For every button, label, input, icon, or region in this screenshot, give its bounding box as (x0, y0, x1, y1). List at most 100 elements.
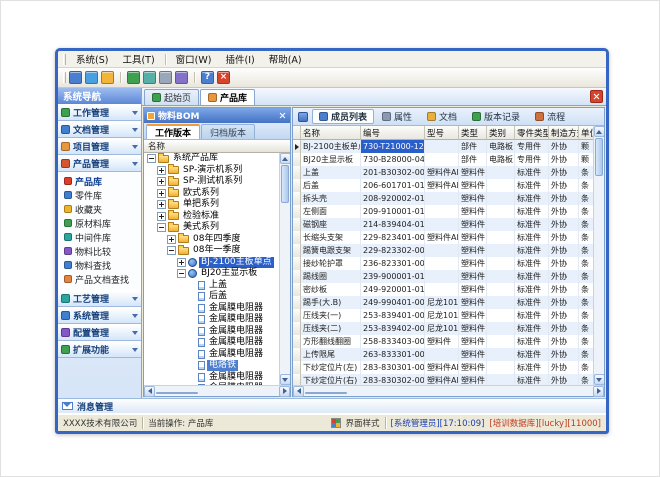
table-cell[interactable]: 塑料件ABS (425, 231, 459, 244)
table-cell[interactable]: 专用件 (515, 140, 549, 153)
table-cell[interactable]: 外协 (549, 153, 579, 166)
nav-item-product-doc-search[interactable]: 产品文档查找 (58, 272, 141, 286)
tree-vscroll-thumb[interactable] (281, 165, 289, 203)
nav-item-material-search[interactable]: 物料查找 (58, 258, 141, 272)
record-selector-cell[interactable] (293, 296, 301, 309)
table-cell[interactable]: 条 (579, 361, 593, 374)
record-selector-cell[interactable] (293, 153, 301, 166)
table-cell[interactable]: 密纱板 (301, 283, 361, 296)
record-selector-cell[interactable] (293, 192, 301, 205)
tab-product-library[interactable]: 产品库 (200, 89, 255, 105)
table-cell[interactable]: 下纱定位片(右) (301, 374, 361, 385)
table-cell[interactable]: 标准件 (515, 296, 549, 309)
home-icon[interactable] (69, 71, 82, 84)
table-row[interactable]: 下纱定位片(左)283-830301-00E塑料件ABS塑料件标准件外协条 (293, 361, 593, 374)
table-cell[interactable]: 塑料件 (425, 335, 459, 348)
table-cell[interactable]: 条 (579, 309, 593, 322)
settings-icon[interactable] (175, 71, 188, 84)
table-cell[interactable]: 条 (579, 270, 593, 283)
collapse-icon[interactable] (177, 269, 186, 278)
expand-icon[interactable] (157, 200, 166, 209)
menu-grip[interactable] (63, 54, 66, 65)
product-view-icon[interactable] (85, 71, 98, 84)
tree-node[interactable]: SP-测试机系列 (144, 176, 279, 188)
table-row[interactable]: 磁钢座214-839404-01E塑料件标准件外协条 (293, 218, 593, 231)
table-row[interactable]: 踢线圈239-900001-01E塑料件标准件外协条 (293, 270, 593, 283)
column-header-4[interactable]: 类别 (487, 126, 515, 140)
table-cell[interactable]: 条 (579, 283, 593, 296)
table-cell[interactable] (487, 257, 515, 270)
scroll-up-icon[interactable] (280, 153, 291, 164)
table-cell[interactable]: 外协 (549, 335, 579, 348)
tree-horizontal-scrollbar[interactable] (144, 385, 290, 396)
table-cell[interactable] (425, 257, 459, 270)
table-cell[interactable]: 尼龙1010 (425, 296, 459, 309)
table-cell[interactable]: 标准件 (515, 309, 549, 322)
table-cell[interactable]: 塑料件 (459, 257, 487, 270)
collapse-icon[interactable] (157, 223, 166, 232)
nav-group-extension[interactable]: 扩展功能 (58, 341, 141, 358)
table-cell[interactable]: 206-601701-01E (361, 179, 425, 192)
table-cell[interactable]: 塑料件 (459, 296, 487, 309)
tab-start-page[interactable]: 起始页 (144, 89, 199, 105)
table-cell[interactable]: 方形翻线翻圈 (301, 335, 361, 348)
menu-item-1[interactable]: 工具(T) (115, 51, 161, 67)
table-cell[interactable]: 电路板 (487, 140, 515, 153)
table-row[interactable]: 密纱板249-920001-01E塑料件标准件外协条 (293, 283, 593, 296)
table-row[interactable]: BJ20主显示板730-B28000-04E部件电路板专用件外协颗 (293, 153, 593, 166)
tree-node[interactable]: 美式系列 (144, 222, 279, 234)
table-cell[interactable]: 塑料件 (459, 335, 487, 348)
table-cell[interactable]: BJ-2100主板单点 (301, 140, 361, 153)
column-header-7[interactable]: 单位 (579, 126, 593, 140)
grid-vertical-scrollbar[interactable] (593, 126, 604, 385)
nav-item-material-compare[interactable]: 物料比较 (58, 244, 141, 258)
menu-item-4[interactable]: 帮助(A) (262, 51, 309, 67)
tree-node[interactable]: 08年四季度 (144, 234, 279, 246)
nav-group-document[interactable]: 文档管理 (58, 121, 141, 138)
table-cell[interactable] (487, 231, 515, 244)
table-cell[interactable]: 踢手(大.B) (301, 296, 361, 309)
table-cell[interactable]: 249-990401-00E (361, 296, 425, 309)
tree-node[interactable]: 金属膜电阻器 (144, 337, 279, 349)
tab-properties[interactable]: 属性 (375, 109, 419, 124)
tree-vscroll-track[interactable] (280, 164, 290, 374)
table-cell[interactable]: 外协 (549, 231, 579, 244)
table-cell[interactable]: 标准件 (515, 257, 549, 270)
tree-node[interactable]: 金属膜电阻器 (144, 372, 279, 384)
column-header-2[interactable]: 型号 (425, 126, 459, 140)
table-cell[interactable]: 730-T21000-12E (361, 140, 425, 153)
table-cell[interactable]: 电路板 (487, 153, 515, 166)
record-selector-cell[interactable] (293, 244, 301, 257)
record-selector-cell[interactable] (293, 335, 301, 348)
table-cell[interactable]: 外协 (549, 322, 579, 335)
record-selector-cell[interactable] (293, 361, 301, 374)
table-cell[interactable]: 263-833301-00E (361, 348, 425, 361)
tab-documents[interactable]: 文档 (420, 109, 464, 124)
close-tab-icon[interactable] (590, 90, 603, 103)
table-cell[interactable]: 塑料件 (459, 361, 487, 374)
record-selector-header[interactable] (293, 126, 301, 140)
table-cell[interactable]: 上盖 (301, 166, 361, 179)
table-cell[interactable]: 塑料件 (459, 218, 487, 231)
record-selector-cell[interactable] (293, 257, 301, 270)
record-selector-cell[interactable] (293, 140, 301, 153)
table-cell[interactable]: 标准件 (515, 283, 549, 296)
table-cell[interactable]: 283-830301-00E (361, 361, 425, 374)
nav-group-config[interactable]: 配置管理 (58, 324, 141, 341)
table-cell[interactable] (487, 270, 515, 283)
table-cell[interactable]: 外协 (549, 179, 579, 192)
table-cell[interactable]: 颗 (579, 140, 593, 153)
table-cell[interactable]: 塑料件 (459, 348, 487, 361)
table-cell[interactable]: 258-833403-00E (361, 335, 425, 348)
table-cell[interactable]: 外协 (549, 361, 579, 374)
tree-node[interactable]: 后盖 (144, 291, 279, 303)
table-row[interactable]: 上盖201-B30302-00E塑料件ABS塑料件标准件外协条 (293, 166, 593, 179)
expand-icon[interactable] (157, 212, 166, 221)
expand-icon[interactable] (167, 235, 176, 244)
table-cell[interactable]: 标准件 (515, 270, 549, 283)
menu-item-3[interactable]: 插件(I) (218, 51, 261, 67)
table-cell[interactable]: 标准件 (515, 231, 549, 244)
menu-item-2[interactable]: 窗口(W) (169, 51, 219, 67)
table-cell[interactable] (487, 205, 515, 218)
record-selector-cell[interactable] (293, 166, 301, 179)
